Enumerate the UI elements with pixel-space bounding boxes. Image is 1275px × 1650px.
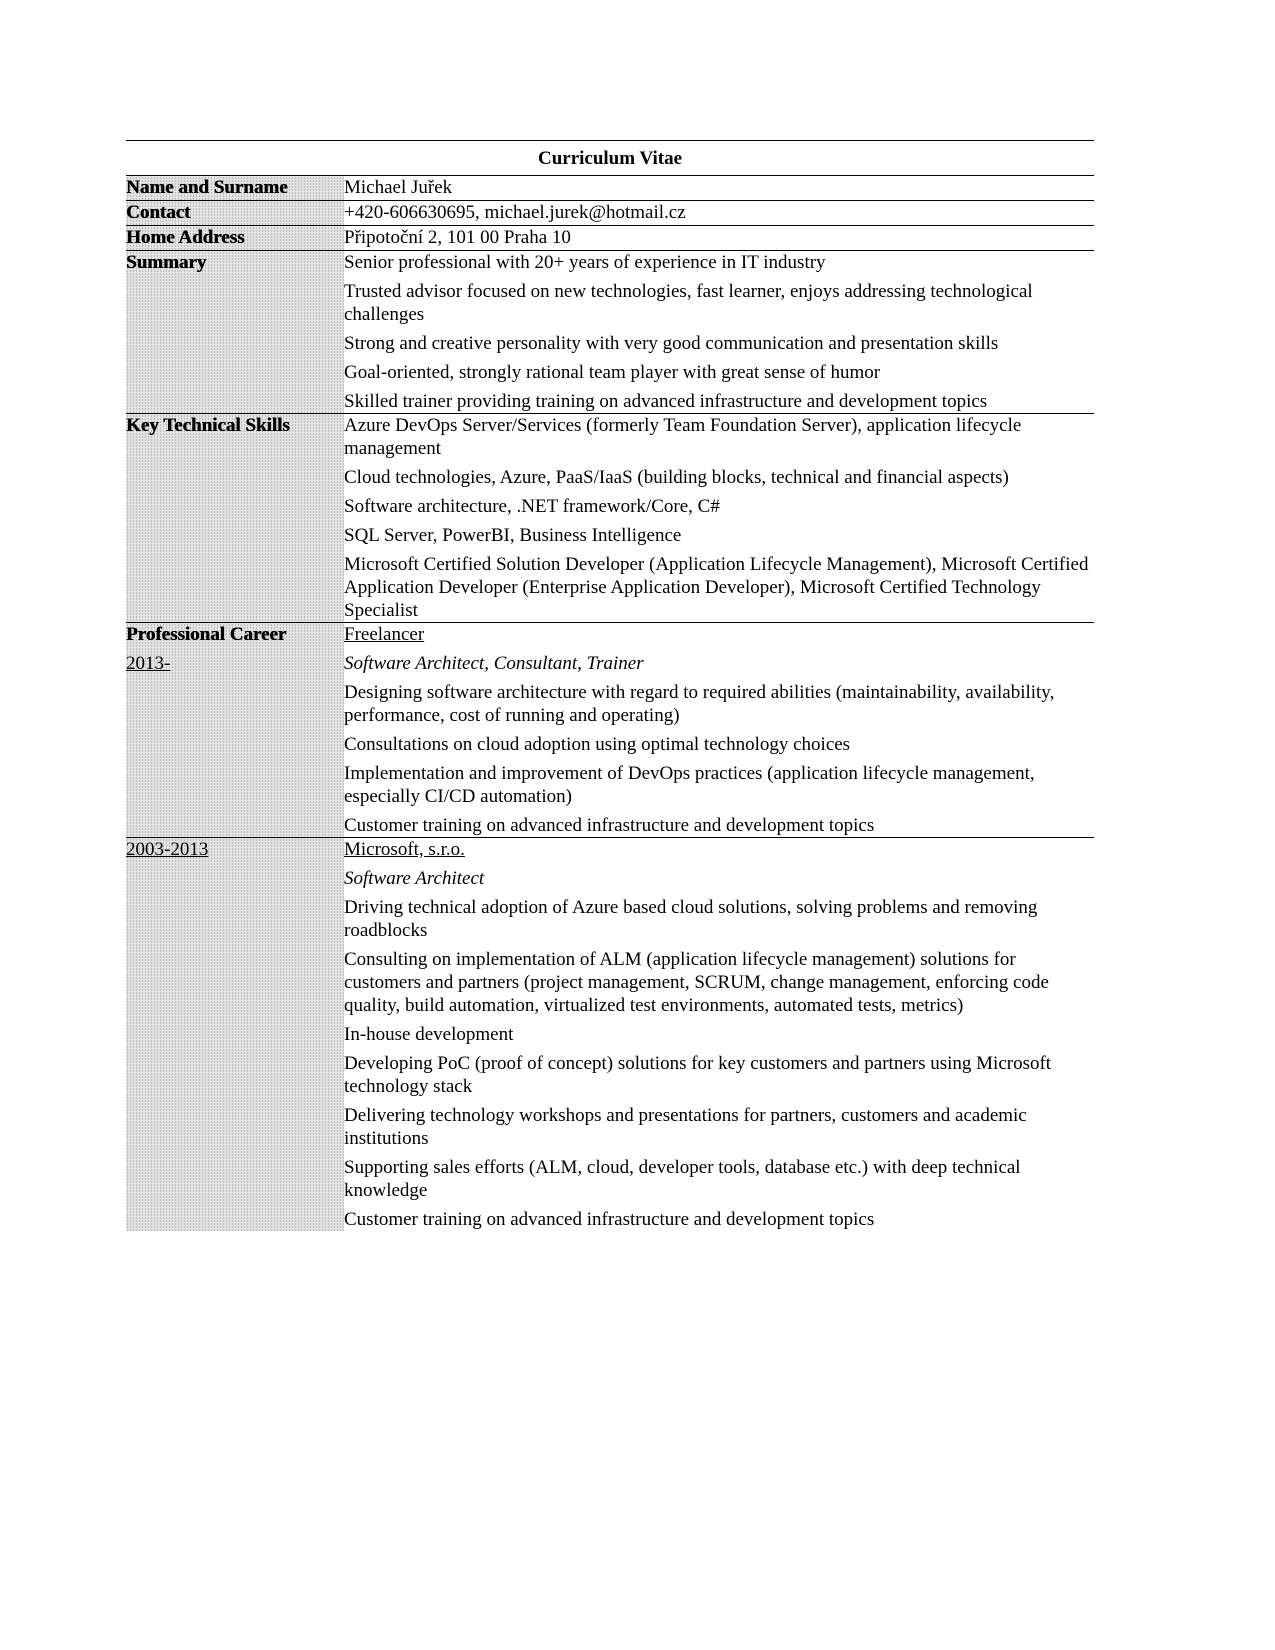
career-job-row: 2003-2013 Microsoft, s.r.o. Software Arc…: [126, 837, 1094, 1232]
skill-item: Microsoft Certified Solution Developer (…: [344, 554, 1089, 621]
job-details: Microsoft, s.r.o. Software Architect Dri…: [344, 838, 1094, 1232]
career-job-row: Professional Career 2013- Freelancer Sof…: [126, 622, 1095, 838]
skill-item: Software architecture, .NET framework/Co…: [344, 496, 720, 517]
contact-row: Contact +420-606630695, michael.jurek@ho…: [126, 200, 1095, 226]
contact-label: Contact: [126, 200, 344, 226]
job-item: Customer training on advanced infrastruc…: [344, 815, 875, 836]
document-title: Curriculum Vitae: [126, 140, 1095, 176]
job-item: Customer training on advanced infrastruc…: [344, 1209, 875, 1230]
name-value: Michael Juřek: [344, 175, 1095, 201]
job-item: Supporting sales efforts (ALM, cloud, de…: [344, 1157, 1021, 1201]
job-role: Software Architect: [344, 868, 485, 889]
skills-label: Key Technical Skills: [126, 413, 344, 623]
skills-row: Key Technical Skills Azure DevOps Server…: [126, 413, 1095, 623]
cv-page: Curriculum Vitae Name and Surname Michae…: [126, 140, 1095, 1232]
summary-item: Trusted advisor focused on new technolog…: [344, 281, 1033, 325]
skill-item: Cloud technologies, Azure, PaaS/IaaS (bu…: [344, 467, 1009, 488]
name-label: Name and Surname: [126, 175, 344, 201]
title-row: Curriculum Vitae: [126, 140, 1095, 176]
job-item: Consultations on cloud adoption using op…: [344, 734, 851, 755]
name-row: Name and Surname Michael Juřek: [126, 175, 1095, 201]
job-item: Designing software architecture with reg…: [344, 682, 1055, 726]
cv-table: Curriculum Vitae Name and Surname Michae…: [126, 140, 1095, 1232]
skill-item: Azure DevOps Server/Services (formerly T…: [344, 415, 1022, 459]
job-item: Developing PoC (proof of concept) soluti…: [344, 1053, 1052, 1097]
address-row: Home Address Připotoční 2, 101 00 Praha …: [126, 225, 1095, 251]
career-label-cell: Professional Career 2013-: [126, 622, 344, 838]
address-value: Připotoční 2, 101 00 Praha 10: [344, 225, 1095, 251]
career-label: Professional Career: [126, 624, 287, 645]
job-employer: Freelancer: [344, 624, 425, 645]
skill-item: SQL Server, PowerBI, Business Intelligen…: [344, 525, 682, 546]
job-role: Software Architect, Consultant, Trainer: [344, 653, 644, 674]
job-details: Freelancer Software Architect, Consultan…: [344, 622, 1095, 838]
summary-list: Senior professional with 20+ years of ex…: [344, 250, 1095, 414]
skills-list: Azure DevOps Server/Services (formerly T…: [344, 413, 1095, 623]
job-item: Consulting on implementation of ALM (app…: [344, 949, 1049, 1016]
summary-item: Skilled trainer providing training on ad…: [344, 391, 988, 412]
job-item: In-house development: [344, 1024, 514, 1045]
summary-row: Summary Senior professional with 20+ yea…: [126, 250, 1095, 414]
summary-label: Summary: [126, 250, 344, 414]
job-item: Delivering technology workshops and pres…: [344, 1105, 1027, 1149]
job-employer: Microsoft, s.r.o.: [344, 839, 465, 860]
address-label: Home Address: [126, 225, 344, 251]
job-item: Driving technical adoption of Azure base…: [344, 897, 1038, 941]
summary-item: Strong and creative personality with ver…: [344, 333, 999, 354]
job-period: 2013-: [126, 653, 171, 674]
contact-value: +420-606630695, michael.jurek@hotmail.cz: [344, 200, 1095, 226]
job-period-cell: 2003-2013: [126, 837, 344, 1231]
job-period: 2003-2013: [126, 839, 209, 860]
summary-item: Goal-oriented, strongly rational team pl…: [344, 362, 881, 383]
summary-item: Senior professional with 20+ years of ex…: [344, 252, 826, 273]
job-item: Implementation and improvement of DevOps…: [344, 763, 1035, 807]
